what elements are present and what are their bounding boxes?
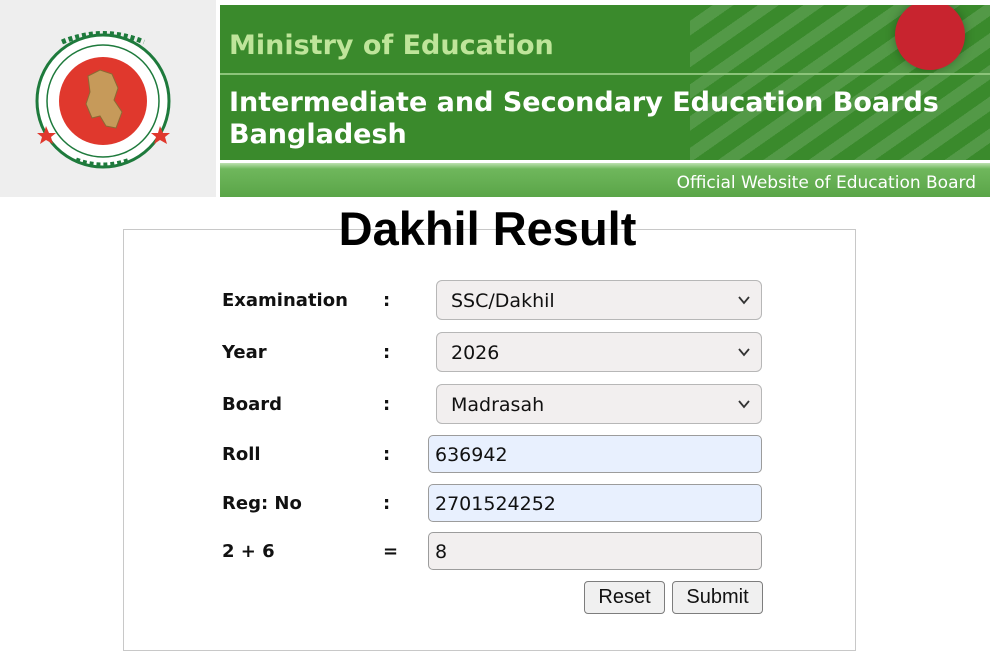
submit-button[interactable]: Submit <box>672 581 763 614</box>
captcha-question: 2 + 6 <box>222 541 275 562</box>
roll-separator: : <box>383 444 391 465</box>
header-banner: Ministry of Education Intermediate and S… <box>220 5 990 197</box>
boards-title: Intermediate and Secondary Education Boa… <box>229 87 939 151</box>
banner-divider <box>220 73 990 75</box>
year-separator: : <box>383 342 391 363</box>
board-separator: : <box>383 394 391 415</box>
year-value: 2026 <box>451 342 500 364</box>
ministry-title: Ministry of Education <box>229 30 554 61</box>
examination-select[interactable]: SSC/Dakhil <box>436 280 762 320</box>
chevron-down-icon <box>738 348 750 357</box>
year-select[interactable]: 2026 <box>436 332 762 372</box>
captcha-value: 8 <box>435 541 448 563</box>
banner-strip: Official Website of Education Board <box>220 163 990 197</box>
chevron-down-icon <box>738 296 750 305</box>
boards-title-line2: Bangladesh <box>229 119 407 150</box>
boards-title-line1: Intermediate and Secondary Education Boa… <box>229 87 939 118</box>
reg-no-separator: : <box>383 493 391 514</box>
logo-area <box>0 0 216 197</box>
reg-no-label: Reg: No <box>222 493 302 514</box>
captcha-input[interactable]: 8 <box>428 532 762 570</box>
roll-input[interactable]: 636942 <box>428 435 762 473</box>
reset-button[interactable]: Reset <box>584 581 665 614</box>
year-label: Year <box>222 342 267 363</box>
captcha-equals: = <box>383 541 399 562</box>
board-label: Board <box>222 394 282 415</box>
page-title: Dakhil Result <box>338 202 637 255</box>
board-value: Madrasah <box>451 394 545 416</box>
roll-label: Roll <box>222 444 261 465</box>
banner-top: Ministry of Education Intermediate and S… <box>220 5 990 160</box>
examination-label: Examination <box>222 290 348 311</box>
examination-value: SSC/Dakhil <box>451 290 555 312</box>
official-website-text: Official Website of Education Board <box>676 173 976 193</box>
government-seal-icon <box>35 31 171 169</box>
board-select[interactable]: Madrasah <box>436 384 762 424</box>
examination-separator: : <box>383 290 391 311</box>
roll-value: 636942 <box>435 444 508 466</box>
reg-no-input[interactable]: 2701524252 <box>428 484 762 522</box>
reg-no-value: 2701524252 <box>435 493 556 515</box>
chevron-down-icon <box>738 400 750 409</box>
